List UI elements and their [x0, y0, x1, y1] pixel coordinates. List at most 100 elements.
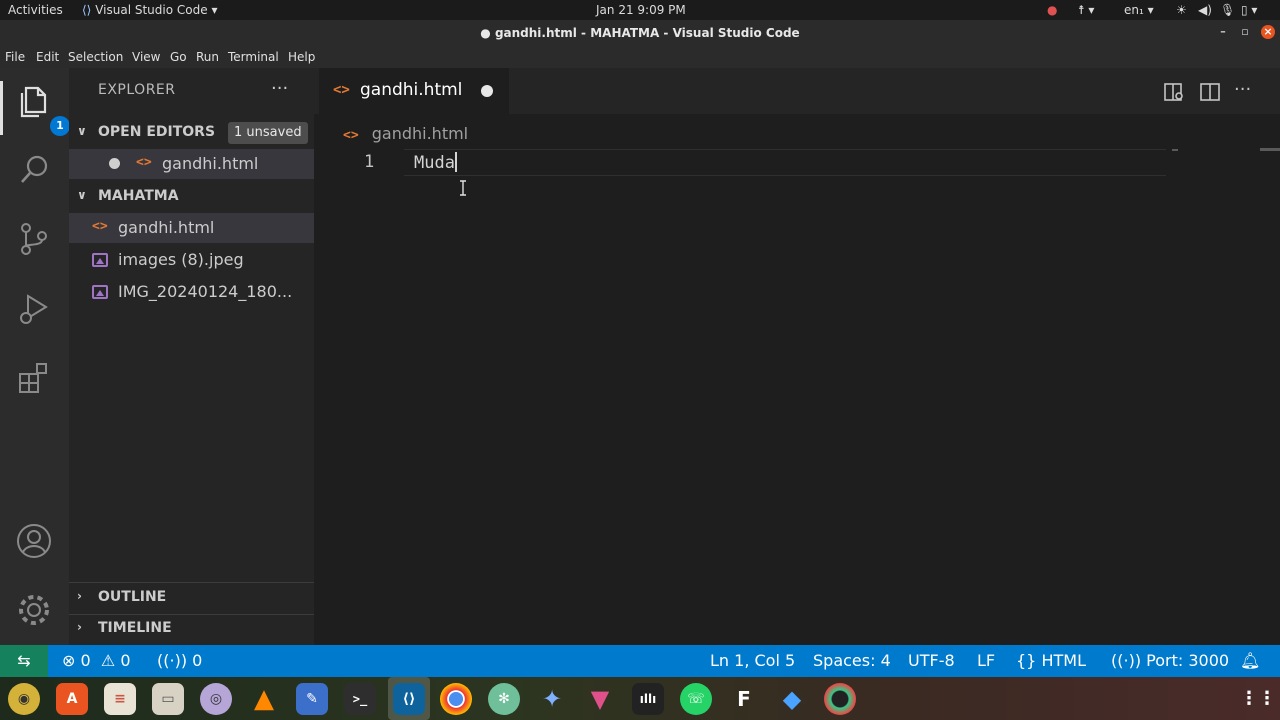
chrome-icon[interactable]	[440, 683, 472, 715]
chevron-down-icon: ∨	[77, 188, 87, 202]
outline-label: OUTLINE	[98, 589, 167, 605]
chevron-down-icon: ▾	[211, 3, 218, 17]
extensions-icon[interactable]	[14, 358, 54, 398]
vivaldi-icon[interactable]: ▼	[584, 683, 616, 715]
app-grid-icon[interactable]: ⋮⋮⋮	[1240, 683, 1280, 715]
code-content: Muda	[414, 153, 455, 173]
braces-icon: {}	[1016, 651, 1037, 670]
file-item-gandhi[interactable]: <> gandhi.html	[69, 213, 314, 243]
timeline-header[interactable]: › TIMELINE	[69, 615, 314, 643]
menu-selection[interactable]: Selection	[68, 50, 123, 64]
file-item-img[interactable]: IMG_20240124_180...	[69, 277, 314, 307]
live-server-port[interactable]: ((·)) Port: 3000	[1111, 652, 1229, 670]
menu-terminal[interactable]: Terminal	[228, 50, 279, 64]
source-control-icon[interactable]	[14, 218, 54, 258]
files-icon[interactable]: ▭	[152, 683, 184, 715]
indentation[interactable]: Spaces: 4	[813, 652, 891, 670]
status-bar: ⇆ ⊗ 0 ⚠ 0 ((·)) 0 Ln 1, Col 5 Spaces: 4 …	[0, 645, 1280, 677]
clock[interactable]: Jan 21 9:09 PM	[596, 2, 686, 18]
menu-edit[interactable]: Edit	[36, 50, 59, 64]
ports-indicator[interactable]: ((·)) 0	[157, 652, 202, 670]
breadcrumb-file[interactable]: gandhi.html	[372, 124, 468, 143]
remote-indicator-icon[interactable]: ⇆	[0, 645, 48, 677]
menu-bar: File Edit Selection View Go Run Terminal…	[0, 46, 1280, 68]
equalizer-icon[interactable]: ıllı	[632, 683, 664, 715]
cursor-position[interactable]: Ln 1, Col 5	[710, 652, 795, 670]
vscode-small-icon: ⟨⟩	[82, 3, 92, 17]
explorer-sidebar: EXPLORER ··· ∨ OPEN EDITORS 1 unsaved <>…	[69, 68, 314, 645]
broadcast-icon: ((·))	[1111, 651, 1142, 670]
error-icon: ⊗	[62, 651, 76, 670]
text-editor-icon[interactable]: ✎	[296, 683, 328, 715]
bell-icon[interactable]: 🔔︎	[1240, 652, 1260, 670]
f-app-icon[interactable]: F	[728, 683, 760, 715]
rhythmbox-icon[interactable]: ◉	[8, 683, 40, 715]
minimize-icon[interactable]: –	[1216, 25, 1230, 39]
scrollbar-marker[interactable]	[1260, 148, 1280, 151]
html-file-icon: <>	[136, 155, 152, 170]
folder-header[interactable]: ∨ MAHATMA	[69, 183, 314, 211]
vlc-icon[interactable]: ▲	[248, 683, 280, 715]
taskbar-dock: ◉ A ≡ ▭ ◎ ▲ ✎ >_ ⟨⟩ ✻ ✦ ▼ ıllı ☏ F ◆ ⋮⋮⋮	[0, 677, 1280, 720]
minimap-line	[1172, 149, 1178, 151]
encoding[interactable]: UTF-8	[908, 652, 955, 670]
warning-icon: ⚠	[95, 651, 116, 670]
editor-tab-bar: <> gandhi.html ···	[314, 68, 1280, 114]
battery-icon[interactable]: ▯ ▾	[1241, 2, 1257, 18]
brightness-icon[interactable]: ☀	[1176, 2, 1187, 18]
unsaved-dot-icon[interactable]	[481, 85, 493, 97]
split-editor-icon[interactable]	[1198, 80, 1222, 104]
gemini-icon[interactable]: ✦	[536, 683, 568, 715]
menu-help[interactable]: Help	[288, 50, 315, 64]
system-top-bar: Activities ⟨⟩ Visual Studio Code ▾ Jan 2…	[0, 0, 1280, 20]
end-of-line[interactable]: LF	[977, 652, 995, 670]
open-editors-header[interactable]: ∨ OPEN EDITORS 1 unsaved	[69, 119, 314, 147]
language-indicator[interactable]: en₁ ▾	[1124, 2, 1154, 18]
menu-view[interactable]: View	[132, 50, 160, 64]
open-editor-item[interactable]: <> gandhi.html	[69, 149, 314, 179]
whatsapp-icon[interactable]: ☏	[680, 683, 712, 715]
unsaved-dot-icon[interactable]	[109, 158, 120, 169]
breadcrumb[interactable]: <> gandhi.html	[343, 124, 468, 143]
current-line-highlight	[404, 149, 1166, 176]
chevron-right-icon: ›	[77, 589, 82, 603]
volume-icon[interactable]: ◀)	[1198, 2, 1212, 18]
language-mode[interactable]: {} HTML	[1016, 652, 1086, 670]
active-indicator	[0, 81, 3, 135]
menu-run[interactable]: Run	[196, 50, 219, 64]
outline-header[interactable]: › OUTLINE	[69, 584, 314, 612]
bluebird-icon[interactable]: ◆	[776, 683, 808, 715]
color-app-icon[interactable]	[824, 683, 856, 715]
more-actions-icon[interactable]: ···	[271, 78, 288, 99]
menu-file[interactable]: File	[5, 50, 25, 64]
tab-gandhi-html[interactable]: <> gandhi.html	[319, 68, 509, 114]
record-indicator-icon[interactable]: ●	[1047, 2, 1057, 18]
explorer-icon[interactable]: 1	[14, 80, 70, 136]
camera-icon[interactable]: ◎	[200, 683, 232, 715]
window-title-bar: ● gandhi.html - MAHATMA - Visual Studio …	[0, 20, 1280, 46]
run-debug-icon[interactable]	[14, 288, 54, 328]
terminal-icon[interactable]: >_	[344, 683, 376, 715]
code-editor[interactable]: <> gandhi.html 1 Muda	[314, 114, 1280, 645]
gear-icon[interactable]	[14, 590, 54, 630]
tab-label: gandhi.html	[360, 80, 463, 100]
more-actions-icon[interactable]: ···	[1234, 80, 1258, 104]
software-center-icon[interactable]: A	[56, 683, 88, 715]
menu-go[interactable]: Go	[170, 50, 187, 64]
writer-icon[interactable]: ≡	[104, 683, 136, 715]
problems-indicator[interactable]: ⊗ 0 ⚠ 0	[62, 652, 131, 670]
accessibility-icon[interactable]: ☨ ▾	[1078, 2, 1094, 18]
maximize-icon[interactable]: ▫	[1238, 25, 1252, 39]
account-icon[interactable]	[14, 521, 54, 561]
search-icon[interactable]	[14, 150, 54, 190]
open-preview-icon[interactable]	[1162, 80, 1186, 104]
file-item-images[interactable]: images (8).jpeg	[69, 245, 314, 275]
code-line[interactable]: Muda	[414, 152, 457, 173]
vscode-icon[interactable]: ⟨⟩	[393, 683, 425, 715]
microphone-icon[interactable]: 🎙	[1220, 2, 1235, 18]
app-menu-label: Visual Studio Code	[95, 3, 208, 17]
chatgpt-icon[interactable]: ✻	[488, 683, 520, 715]
close-icon[interactable]: ×	[1261, 25, 1275, 39]
activities-button[interactable]: Activities	[8, 2, 63, 18]
app-menu[interactable]: ⟨⟩ Visual Studio Code ▾	[82, 2, 217, 18]
